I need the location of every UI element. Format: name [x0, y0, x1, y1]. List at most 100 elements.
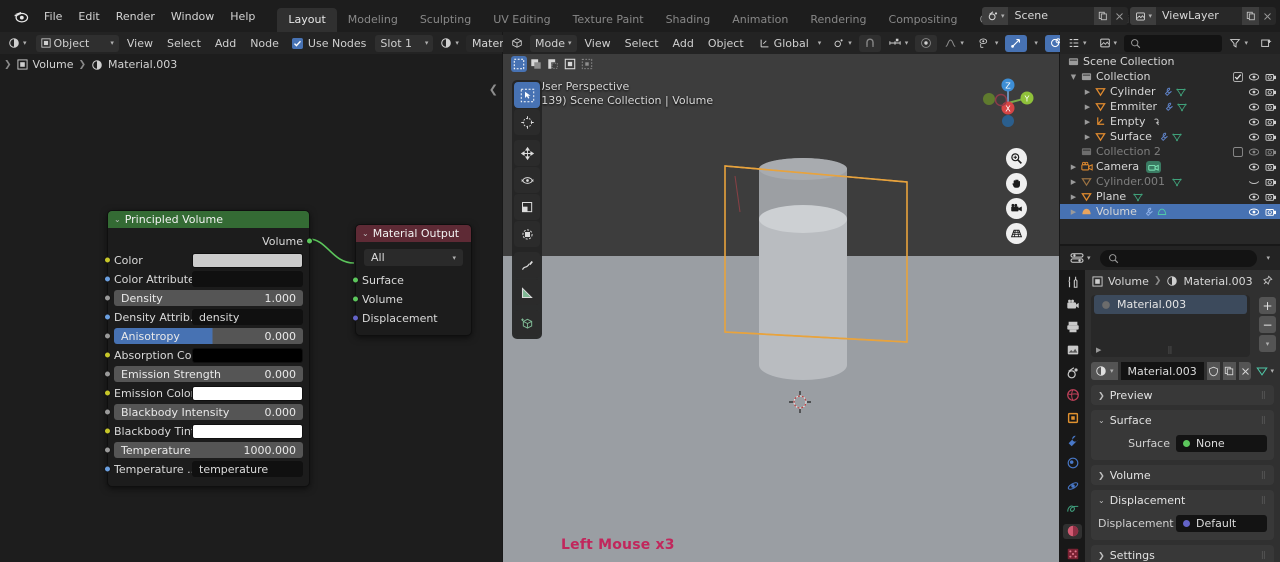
camera-icon[interactable] [1265, 102, 1277, 112]
editor-type-selector[interactable]: ▾ [3, 35, 32, 52]
outliner-search-input[interactable] [1124, 34, 1223, 52]
mesh-data-icon[interactable] [1172, 132, 1182, 142]
tool-scale-icon[interactable] [514, 194, 540, 220]
node-header[interactable]: ⌄ Material Output [356, 225, 471, 242]
eye-closed-icon[interactable] [1248, 177, 1260, 187]
tab-world-icon[interactable] [1063, 387, 1082, 403]
input-socket-color-attribute[interactable] [104, 275, 111, 283]
viewport-menu-add[interactable]: Add [667, 37, 700, 50]
properties-search-input[interactable] [1099, 249, 1258, 267]
viewport-menu-select[interactable]: Select [619, 37, 665, 50]
viewport-menu-object[interactable]: Object [702, 37, 750, 50]
outliner-editor-type-selector[interactable]: ▾ [1063, 35, 1092, 52]
color-attribute-field[interactable] [192, 271, 303, 287]
show-gizmo-toggle-icon[interactable] [1005, 34, 1028, 52]
emission-color-swatch[interactable] [192, 385, 303, 401]
camera-icon[interactable] [1265, 162, 1277, 172]
tab-render-icon[interactable] [1063, 297, 1082, 313]
displacement-method-selector[interactable]: Default [1176, 514, 1267, 532]
tab-particles-icon[interactable] [1063, 456, 1082, 472]
shader-node-canvas[interactable]: ❯ Volume ❯ Material.003 ❮ ⌄ Principled V… [0, 54, 502, 562]
tab-view-layer-icon[interactable] [1063, 342, 1082, 358]
viewlayer-remove-button[interactable] [1259, 7, 1276, 25]
scene-selector[interactable]: ▾ Scene [981, 7, 1129, 25]
outliner-row-surface[interactable]: ▶ Surface [1060, 129, 1280, 144]
material-slot-item[interactable]: Material.003 [1094, 295, 1247, 314]
expand-arrow-right-icon[interactable]: ▶ [1068, 178, 1079, 186]
node-input-emission-strength[interactable]: Emission Strength 0.000 [104, 365, 303, 383]
anisotropy-slider[interactable]: Anisotropy 0.000 [114, 328, 303, 344]
material-browse-button[interactable]: ▾ [1091, 362, 1118, 380]
camera-view-icon[interactable] [1006, 198, 1027, 219]
mesh-data-icon[interactable] [1133, 192, 1143, 202]
input-socket-color[interactable] [104, 256, 111, 264]
eye-icon[interactable] [1248, 207, 1260, 217]
menu-render[interactable]: Render [108, 7, 163, 26]
zoom-icon[interactable] [1006, 148, 1027, 169]
eye-icon[interactable] [1248, 132, 1260, 142]
workspace-tab-rendering[interactable]: Rendering [799, 8, 877, 32]
tool-move-icon[interactable] [514, 140, 540, 166]
workspace-tab-sculpting[interactable]: Sculpting [409, 8, 482, 32]
tool-cursor-icon[interactable] [514, 109, 540, 135]
density-value-field[interactable]: Density 1.000 [114, 290, 303, 306]
node-input-surface[interactable]: Surface [352, 271, 465, 289]
camera-icon[interactable] [1265, 192, 1277, 202]
camera-icon[interactable] [1265, 177, 1277, 187]
collection-checkbox[interactable] [1233, 146, 1243, 157]
constraint-icon[interactable] [1152, 117, 1162, 127]
input-socket-density[interactable] [104, 294, 111, 302]
blackbody-tint-swatch[interactable] [192, 423, 303, 439]
expand-arrow-right-icon[interactable]: ▶ [1068, 163, 1079, 171]
workspace-tab-compositing[interactable]: Compositing [878, 8, 969, 32]
pan-hand-icon[interactable] [1006, 173, 1027, 194]
outliner-display-mode-selector[interactable]: ▾ [1094, 35, 1123, 52]
modifier-icon[interactable] [1163, 87, 1173, 97]
viewport-menu-view[interactable]: View [579, 37, 617, 50]
node-input-temperature-attribute[interactable]: Temperature ... temperature [104, 460, 303, 478]
tool-rotate-icon[interactable] [514, 167, 540, 193]
workspace-tab-animation[interactable]: Animation [721, 8, 799, 32]
tab-material-icon[interactable] [1063, 523, 1082, 540]
viewport-editor-type-selector[interactable] [506, 35, 528, 52]
modifier-icon[interactable] [1164, 102, 1174, 112]
material-slot-selector[interactable]: Slot 1 ▾ [375, 34, 434, 52]
material-browse-icon[interactable]: ▾ [435, 35, 464, 52]
emission-strength-field[interactable]: Emission Strength 0.000 [114, 366, 303, 382]
mesh-data-icon[interactable] [1175, 87, 1186, 97]
tab-scene-icon[interactable] [1063, 365, 1082, 381]
input-socket-blackbody-tint[interactable] [104, 427, 111, 435]
node-input-volume[interactable]: Volume [352, 290, 465, 308]
fake-user-shield-button[interactable] [1206, 362, 1220, 380]
eye-icon[interactable] [1248, 117, 1260, 127]
outliner-row-cylinder[interactable]: ▶ Cylinder [1060, 84, 1280, 99]
viewlayer-browse-icon[interactable]: ▾ [1130, 7, 1156, 25]
material-output-target-dropdown[interactable]: All ▾ [364, 249, 463, 266]
scene-name-field[interactable]: Scene [1008, 7, 1095, 25]
material-slot-specials-menu[interactable]: ▾ [1259, 335, 1276, 352]
input-socket-surface[interactable] [352, 276, 359, 284]
node-input-density[interactable]: Density 1.000 [104, 289, 303, 307]
outliner-row-collection-2[interactable]: Collection 2 [1060, 144, 1280, 159]
node-principled-volume[interactable]: ⌄ Principled Volume Volume Color Color A… [104, 210, 313, 487]
pin-id-icon[interactable] [1261, 275, 1273, 287]
tool-add-cube-icon[interactable] [514, 310, 540, 336]
eye-icon[interactable] [1248, 147, 1260, 157]
snap-toggle-magnet-icon[interactable] [858, 34, 881, 52]
tool-annotate-icon[interactable] [514, 252, 540, 278]
outliner-filter-icon[interactable]: ▾ [1224, 35, 1253, 52]
workspace-tab-layout[interactable]: Layout [277, 8, 337, 32]
density-attribute-field[interactable]: density [192, 309, 303, 325]
expand-arrow-right-icon[interactable]: ▶ [1082, 103, 1093, 111]
shader-menu-view[interactable]: View [121, 37, 159, 50]
outliner-tree[interactable]: Scene Collection ▼ Collection ▶ Cylinder… [1060, 54, 1280, 244]
panel-settings-header[interactable]: ❯ Settings ⣿ [1091, 545, 1274, 562]
object-mode-selector[interactable]: Mode ▾ [530, 34, 577, 52]
visibility-selector-icon[interactable]: ▾ [973, 35, 1004, 52]
workspace-tab-texture-paint[interactable]: Texture Paint [562, 8, 655, 32]
temperature-attribute-field[interactable]: temperature [192, 461, 303, 477]
viewlayer-name-field[interactable]: ViewLayer [1156, 7, 1242, 25]
node-output-volume[interactable]: Volume [114, 232, 313, 250]
volume-data-icon[interactable] [1157, 207, 1167, 217]
open-sidebar-chevron-icon[interactable]: ❮ [489, 83, 498, 96]
